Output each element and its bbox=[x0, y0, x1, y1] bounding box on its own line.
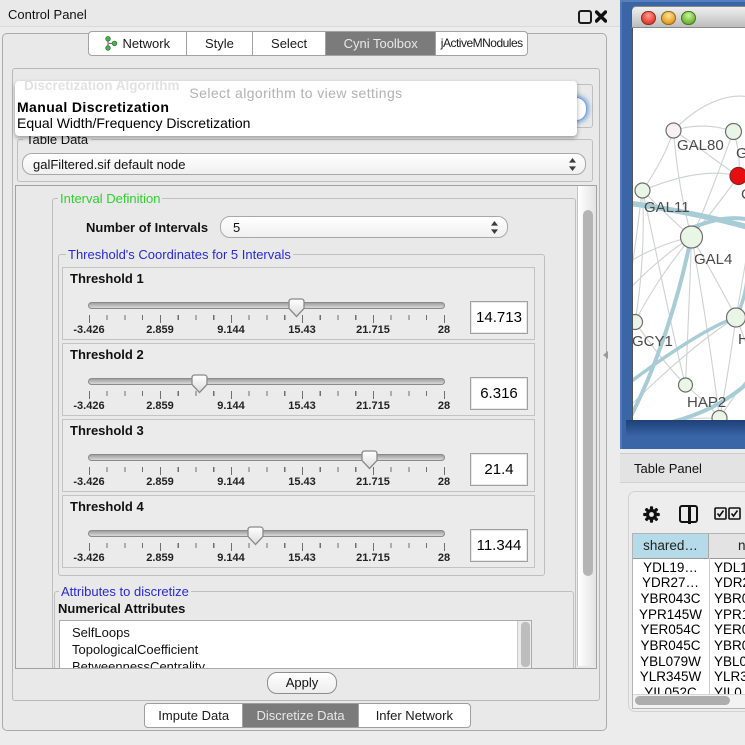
svg-text:GAL11: GAL11 bbox=[644, 199, 690, 216]
svg-text:GAL4: GAL4 bbox=[694, 251, 732, 268]
svg-text:GAL80: GAL80 bbox=[677, 137, 724, 154]
svg-text:HAP2: HAP2 bbox=[687, 394, 726, 411]
svg-text:GCY1: GCY1 bbox=[633, 333, 673, 350]
svg-text:C: C bbox=[741, 186, 745, 203]
svg-text:GA: GA bbox=[736, 145, 745, 162]
svg-text:H: H bbox=[738, 331, 745, 348]
